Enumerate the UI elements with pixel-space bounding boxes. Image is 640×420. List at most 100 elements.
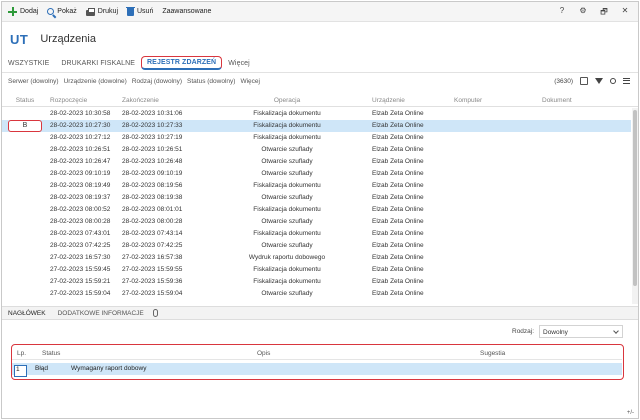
col-lp[interactable]: Lp. [17,350,26,357]
end-cell: 28-02-2023 10:26:48 [122,158,183,165]
module-badge: UT [10,31,29,47]
end-cell: 28-02-2023 07:42:25 [122,242,183,249]
table-row[interactable]: 28-02-2023 10:26:51 28-02-2023 10:26:51 Ot… [2,144,631,156]
table-row[interactable]: 28-02-2023 07:43:01 28-02-2023 07:43:14 Fi… [2,228,631,240]
help-icon[interactable]: ? [557,6,567,20]
error-row[interactable]: 1 Błąd Wymagany raport dobowy [12,363,622,377]
start-cell: 28-02-2023 07:42:25 [50,242,111,249]
operation-cell: Otwarcie szuflady [261,290,313,297]
start-cell: 27-02-2023 16:57:30 [50,254,111,261]
tab-header[interactable]: NAGŁÓWEK [2,310,52,317]
col-operation[interactable]: Operacja [242,97,332,104]
end-cell: 28-02-2023 08:19:56 [122,182,183,189]
operation-cell: Fiskalizacja dokumentu [253,278,321,285]
col-device[interactable]: Urządzenie [372,97,405,104]
restore-icon[interactable]: 🗗 [599,6,609,20]
col-error-status[interactable]: Status [42,350,60,357]
tab-bar: WSZYSTKIE DRUKARKI FISKALNE REJESTR ZDAR… [2,55,256,71]
resize-handle[interactable]: +/- [627,410,634,416]
bottom-tab-bar: NAGŁÓWEK DODATKOWE INFORMACJE [2,306,638,320]
filter-icon[interactable] [595,78,603,84]
error-lp[interactable]: 1 [14,365,27,377]
filter-status[interactable]: Status (dowolny) [187,78,235,85]
close-icon[interactable]: ✕ [620,6,630,20]
table-row[interactable]: 28-02-2023 10:30:58 28-02-2023 10:31:06 Fi… [2,108,631,120]
table-row[interactable]: 28-02-2023 08:00:28 28-02-2023 08:00:28 Ot… [2,216,631,228]
end-cell: 28-02-2023 09:10:19 [122,170,183,177]
vertical-scrollbar[interactable] [632,108,638,304]
table-row[interactable]: 28-02-2023 10:26:47 28-02-2023 10:26:48 Ot… [2,156,631,168]
col-status[interactable]: Status [8,97,42,104]
end-cell: 27-02-2023 15:59:55 [122,266,183,273]
col-computer[interactable]: Komputer [454,97,482,104]
add-label: Dodaj [20,8,39,15]
device-cell: Elzab Zeta Online [372,278,424,285]
filter-device[interactable]: Urządzenie (dowolne) [64,78,127,85]
filter-more[interactable]: Więcej [240,78,260,85]
table-row[interactable]: 28-02-2023 10:27:12 28-02-2023 10:27:19 Fi… [2,132,631,144]
operation-cell: Fiskalizacja dokumentu [253,230,321,237]
table-row[interactable]: 27-02-2023 15:59:21 27-02-2023 15:59:36 Fi… [2,276,631,288]
search-icon [47,8,55,15]
filter-type[interactable]: Rodzaj (dowolny) [132,78,182,85]
end-cell: 28-02-2023 08:19:38 [122,194,183,201]
start-cell: 28-02-2023 10:26:47 [50,158,111,165]
event-grid: 28-02-2023 10:30:58 28-02-2023 10:31:06 Fi… [2,108,631,304]
table-row[interactable]: 27-02-2023 15:59:04 27-02-2023 15:59:04 Ot… [2,288,631,300]
export-icon[interactable] [580,77,588,85]
tab-more[interactable]: Więcej [222,60,256,67]
device-cell: Elzab Zeta Online [372,218,424,225]
col-document[interactable]: Dokument [542,97,572,104]
search-icon[interactable] [610,78,616,84]
table-row[interactable]: 28-02-2023 07:42:25 28-02-2023 07:42:25 Ot… [2,240,631,252]
window-controls: ? ⚙ 🗗 ✕ [557,6,630,20]
col-suggestion[interactable]: Sugestia [480,350,505,357]
table-row[interactable]: 28-02-2023 08:19:49 28-02-2023 08:19:56 Fi… [2,180,631,192]
delete-button[interactable]: Usuń [126,6,153,16]
table-row[interactable]: 28-02-2023 09:10:19 28-02-2023 09:10:19 Ot… [2,168,631,180]
filter-server[interactable]: Serwer (dowolny) [8,78,59,85]
show-button[interactable]: Pokaż [47,8,77,15]
col-description[interactable]: Opis [257,350,270,357]
error-description: Wymagany raport dobowy [71,365,147,372]
chevron-down-icon [613,328,619,334]
device-cell: Elzab Zeta Online [372,206,424,213]
operation-cell: Otwarcie szuflady [261,218,313,225]
table-row[interactable]: 28-02-2023 08:19:37 28-02-2023 08:19:38 Ot… [2,192,631,204]
menu-icon[interactable] [623,78,630,84]
page-header: UT Urządzenia [2,26,96,52]
col-start[interactable]: Rozpoczęcie [50,97,87,104]
error-status: Błąd [35,365,49,372]
end-cell: 28-02-2023 07:43:14 [122,230,183,237]
advanced-button[interactable]: Zaawansowane [162,8,211,15]
add-button[interactable]: Dodaj [8,7,38,16]
table-row[interactable]: 27-02-2023 15:59:45 27-02-2023 15:59:55 Fi… [2,264,631,276]
operation-cell: Otwarcie szuflady [261,194,313,201]
tab-fiscal-printers[interactable]: DRUKARKI FISKALNE [55,60,141,67]
table-row[interactable]: 28-02-2023 10:27:30 28-02-2023 10:27:33 Fi… [2,120,631,132]
tab-additional-info[interactable]: DODATKOWE INFORMACJE [52,310,150,317]
gear-icon[interactable]: ⚙ [578,6,588,20]
device-cell: Elzab Zeta Online [372,122,424,129]
grid-header: Status Rozpoczęcie Zakończenie Operacja … [2,95,638,107]
start-cell: 28-02-2023 09:10:19 [50,170,111,177]
device-cell: Elzab Zeta Online [372,134,424,141]
end-cell: 27-02-2023 15:59:36 [122,278,183,285]
start-cell: 28-02-2023 10:27:12 [50,134,111,141]
attachment-icon[interactable] [152,309,158,317]
type-select[interactable]: Dowolny [539,325,623,338]
start-cell: 27-02-2023 15:59:04 [50,290,111,297]
device-cell: Elzab Zeta Online [372,158,424,165]
device-cell: Elzab Zeta Online [372,230,424,237]
error-status-cell[interactable]: B [8,120,42,132]
tab-event-log[interactable]: REJESTR ZDARZEŃ [141,56,223,70]
table-row[interactable]: 27-02-2023 16:57:30 27-02-2023 16:57:38 Wy… [2,252,631,264]
operation-cell: Fiskalizacja dokumentu [253,206,321,213]
col-end[interactable]: Zakończenie [122,97,159,104]
table-row[interactable]: 28-02-2023 08:00:52 28-02-2023 08:01:01 Fi… [2,204,631,216]
scrollbar-thumb[interactable] [633,110,637,286]
operation-cell: Fiskalizacja dokumentu [253,122,321,129]
tab-all[interactable]: WSZYSTKIE [2,60,55,67]
start-cell: 28-02-2023 10:26:51 [50,146,111,153]
print-button[interactable]: Drukuj [85,7,118,16]
